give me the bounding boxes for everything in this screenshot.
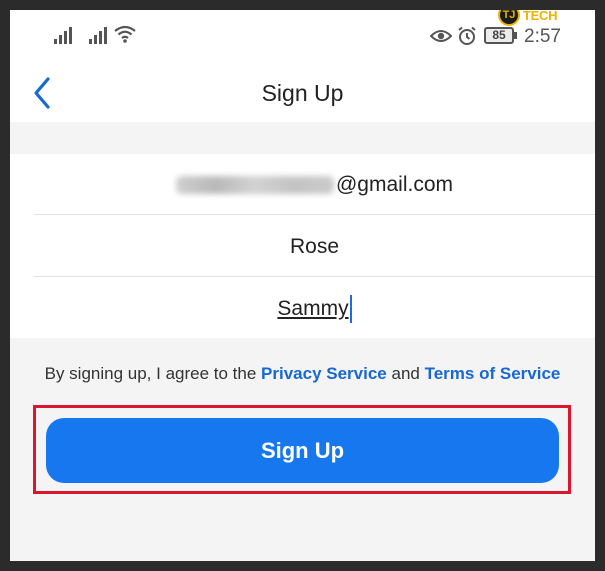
section-divider (10, 122, 595, 154)
first-name-field[interactable]: Rose (34, 216, 595, 277)
battery-indicator: 85 (484, 27, 514, 44)
last-name-field[interactable]: Sammy (34, 278, 595, 339)
terms-prefix: By signing up, I agree to the (44, 364, 257, 383)
clock: 2:57 (524, 26, 561, 47)
privacy-service-link[interactable]: Privacy Service (261, 364, 387, 383)
battery-tip (514, 32, 517, 39)
watermark-prefix: TECH (523, 10, 558, 23)
sign-up-button[interactable]: Sign Up (46, 418, 559, 483)
eye-icon (430, 30, 452, 42)
bottom-section: By signing up, I agree to the Privacy Se… (10, 338, 595, 561)
first-name-value: Rose (289, 235, 340, 258)
signal-icon-2 (89, 26, 107, 44)
email-field[interactable]: @gmail.com (34, 154, 595, 215)
signal-icon (54, 26, 72, 44)
nav-bar: Sign Up (10, 62, 595, 122)
status-bar: 85 2:57 TJ TECHJUNKIE (10, 10, 595, 62)
text-cursor (349, 295, 352, 324)
wifi-icon (114, 25, 136, 43)
phone-screen: 85 2:57 TJ TECHJUNKIE Sign Up @gmail.com… (10, 10, 595, 561)
watermark-text: TECHJUNKIE (523, 10, 595, 23)
page-title: Sign Up (261, 80, 344, 106)
terms-and: and (391, 364, 420, 383)
last-name-value: Sammy (277, 297, 349, 320)
watermark-suffix: JUNKIE (557, 10, 595, 23)
signup-form: @gmail.com Rose Sammy (10, 154, 595, 338)
terms-text: By signing up, I agree to the Privacy Se… (10, 364, 595, 384)
terms-of-service-link[interactable]: Terms of Service (425, 364, 561, 383)
email-domain: @gmail.com (335, 173, 453, 196)
redacted-email-username (175, 176, 334, 195)
alarm-icon (458, 26, 476, 45)
techjunkie-watermark: TJ TECHJUNKIE (498, 10, 595, 28)
watermark-logo: TJ (498, 10, 520, 26)
